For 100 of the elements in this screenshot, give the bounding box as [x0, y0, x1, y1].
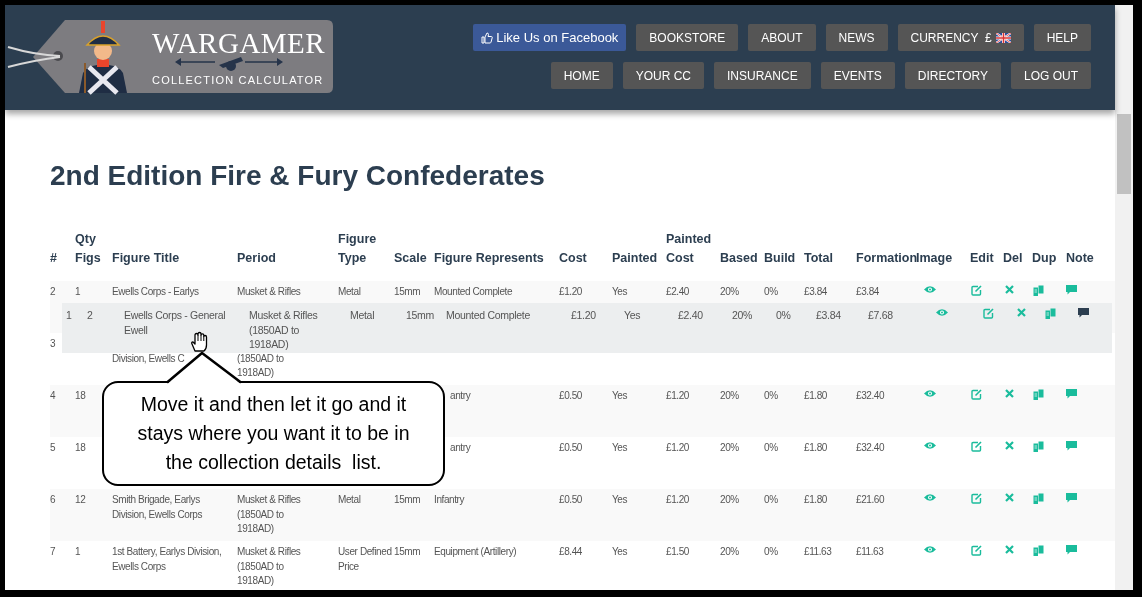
table-cell: £1.20 [666, 442, 690, 453]
table-cell: £1.20 [666, 494, 690, 505]
table-cell: Smith Brigade, Earlys Division, Ewells Corps [112, 494, 203, 520]
column-header: Dup [1032, 250, 1058, 267]
column-header[interactable]: Figure Type [338, 214, 394, 281]
table-cell: Metal [350, 309, 375, 321]
table-cell: 20% [732, 309, 753, 321]
nav-button[interactable]: NEWS [825, 24, 888, 51]
column-header: Del [1003, 250, 1024, 267]
table-cell: £1.80 [804, 494, 828, 505]
table-cell: Yes [612, 286, 628, 297]
nav-button[interactable]: EVENTS [820, 62, 895, 89]
nav-button[interactable]: HOME [550, 62, 613, 89]
nav-button[interactable]: HELP [1033, 24, 1091, 51]
table-cell: Musket & Rifles (1850AD to 1918AD) [249, 309, 318, 350]
table-cell: £1.20 [571, 309, 596, 321]
column-header[interactable]: Scale [394, 214, 434, 281]
nav-button[interactable]: YOUR CC [622, 62, 705, 89]
column-header[interactable]: Period [237, 214, 338, 281]
table-cell: £1.20 [666, 390, 690, 401]
column-header[interactable]: Build [764, 214, 804, 281]
table-cell: £2.40 [666, 286, 690, 297]
row-number: 1 [66, 309, 72, 321]
facebook-button[interactable]: Like Us on Facebook [473, 24, 627, 51]
table-cell: Ewells Corps - General Ewell [124, 309, 226, 336]
table-cell: 1 [75, 286, 81, 297]
table-cell: 15mm [394, 546, 421, 557]
column-header[interactable]: Figure Represents [434, 214, 559, 281]
column-header[interactable]: Total [804, 214, 856, 281]
table-cell: 20% [720, 390, 739, 401]
table-cell: Infantry [434, 494, 465, 505]
table-cell: Yes [612, 390, 628, 401]
table-cell: Musket & Rifles (1850AD to 1918AD) [237, 494, 301, 534]
table-cell: £32.40 [856, 442, 885, 453]
table-cell: 20% [720, 442, 739, 453]
column-header[interactable]: # [50, 214, 75, 281]
row-number: 7 [50, 546, 56, 557]
nav-button[interactable]: LOG OUT [1011, 62, 1091, 89]
table-cell: Mounted Complete [434, 286, 513, 297]
table-cell: (1850AD to 1918AD) [237, 352, 284, 378]
nav-button[interactable]: BOOKSTORE [636, 24, 739, 51]
nav-button[interactable]: ABOUT [748, 24, 816, 51]
table-cell: £1.50 [666, 546, 690, 557]
table-cell: 0% [764, 286, 778, 297]
table-cell: £1.20 [559, 286, 583, 297]
column-header[interactable]: Qty Figs [75, 214, 112, 281]
table-cell: Metal [338, 494, 361, 505]
table-cell: Musket & Rifles (1850AD to 1918AD) [237, 546, 301, 586]
table-cell: £0.50 [559, 390, 583, 401]
column-header[interactable]: Painted [612, 214, 666, 281]
table-cell: 1st Battery, Earlys Division, Ewells Corps [112, 546, 222, 572]
column-header: Note [1066, 250, 1095, 267]
logo-subtitle: COLLECTION CALCULATOR [152, 73, 324, 87]
page-title: 2nd Edition Fire & Fury Confederates [50, 159, 546, 193]
nav-button[interactable]: INSURANCE [714, 62, 811, 89]
table-cell: Yes [612, 546, 628, 557]
table-cell: £3.84 [856, 286, 880, 297]
table-cell: 0% [764, 442, 778, 453]
table-cell: £7.68 [868, 309, 893, 321]
table-cell: 2 [87, 309, 93, 321]
column-header[interactable]: Formation [856, 214, 916, 281]
row-number: 2 [50, 286, 56, 297]
table-cell: £0.50 [559, 442, 583, 453]
table-cell: Mounted Complete [446, 309, 530, 321]
table-cell: £11.63 [804, 546, 832, 557]
table-cell: £1.80 [804, 442, 828, 453]
row-number: 3 [50, 338, 56, 349]
table-cell: £0.50 [559, 494, 583, 505]
table-cell: Equipment (Artillery) [434, 546, 517, 557]
table-cell: 20% [720, 286, 739, 297]
column-header[interactable]: Cost [559, 214, 612, 281]
table-cell: antry [450, 390, 471, 401]
table-cell: User Defined Price [338, 546, 392, 572]
table-cell: 15mm [406, 309, 434, 321]
table-cell: 1 [75, 546, 81, 557]
table-cell: £3.84 [816, 309, 841, 321]
table-cell: £21.60 [856, 494, 885, 505]
currency-button[interactable]: CURRENCY £ [897, 24, 1024, 51]
table-cell: 0% [776, 309, 791, 321]
column-header[interactable]: Based [720, 214, 764, 281]
column-header[interactable]: Painted Cost [666, 214, 720, 281]
row-number: 4 [50, 390, 56, 401]
row-number: 5 [50, 442, 56, 453]
table-cell: Yes [624, 309, 641, 321]
table-cell: Metal [338, 286, 361, 297]
table-cell: 18 [75, 390, 86, 401]
table-cell: 20% [720, 546, 739, 557]
table-cell: Yes [612, 494, 628, 505]
column-header[interactable]: Figure Title [112, 214, 237, 281]
logo-title: WARGAMER [152, 27, 326, 59]
table-cell: 15mm [394, 286, 421, 297]
table-cell: 12 [75, 494, 86, 505]
dragged-row[interactable]: 1 2 Ewells Corps - General Ewell Musket & Rifles (1850AD to 1918AD) Metal 15mm Mounted Complete £1.20 Yes £2.40 20% 0% £3.84 £7.68 [62, 303, 1112, 353]
column-header: Edit [970, 250, 995, 267]
table-cell: antry [450, 442, 471, 453]
table-cell: Ewells Corps - Earlys [112, 286, 199, 297]
nav-button[interactable]: DIRECTORY [904, 62, 1001, 89]
column-header: Image [916, 250, 954, 267]
table-cell: 20% [720, 494, 739, 505]
table-cell: £8.44 [559, 546, 583, 557]
